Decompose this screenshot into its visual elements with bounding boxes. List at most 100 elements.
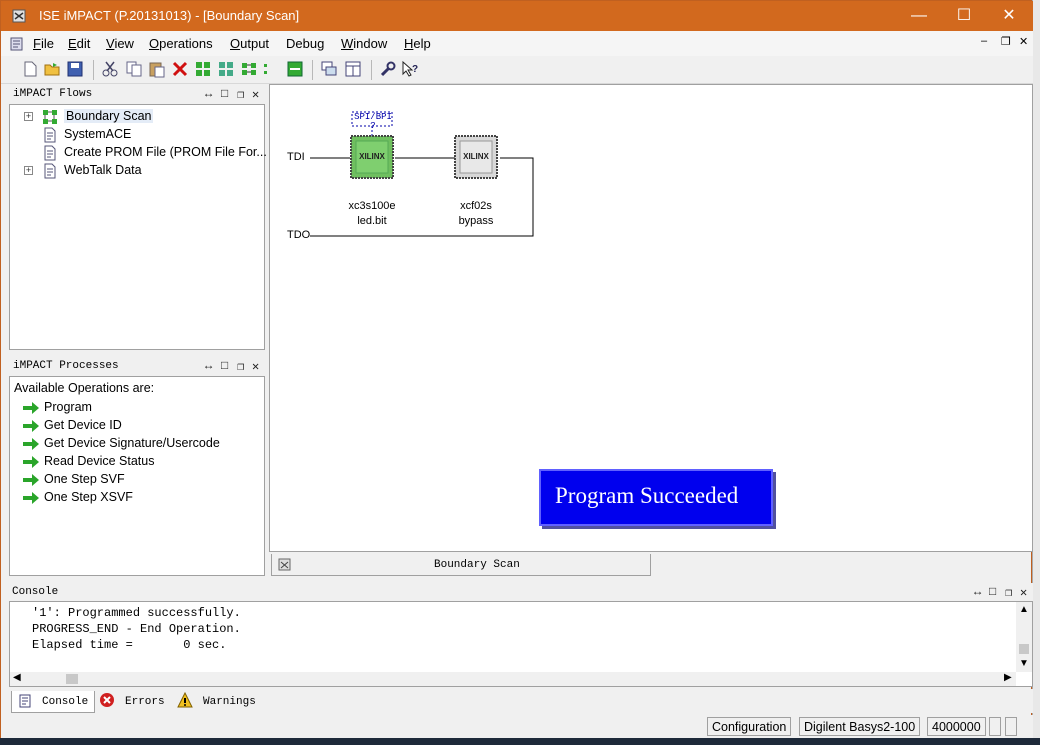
green-arrow-icon bbox=[23, 420, 39, 432]
flows-panel-float-icon[interactable]: ↔ bbox=[205, 87, 212, 101]
close-button[interactable]: ✕ bbox=[989, 5, 1029, 27]
menu-window[interactable]: Window bbox=[341, 36, 387, 51]
console-title: Console bbox=[12, 586, 59, 598]
console-close-icon[interactable]: ✕ bbox=[1020, 585, 1027, 600]
xilinx-logo: XILINX bbox=[463, 152, 489, 161]
context-help-icon[interactable]: ? bbox=[401, 60, 419, 78]
status-bar: Configuration Digilent Basys2-100 400000… bbox=[1, 715, 1033, 738]
document-menu-icon[interactable] bbox=[9, 36, 25, 52]
new-file-icon[interactable] bbox=[21, 60, 39, 78]
menu-help[interactable]: Help bbox=[404, 36, 431, 51]
menu-debug[interactable]: Debug bbox=[286, 36, 324, 51]
console-line: PROGRESS_END - End Operation. bbox=[32, 622, 241, 636]
device-grid-icon[interactable] bbox=[217, 60, 235, 78]
scan-chain-icon[interactable] bbox=[286, 60, 304, 78]
green-arrow-icon bbox=[23, 456, 39, 468]
processes-panel-maximize-icon[interactable]: □ bbox=[221, 359, 228, 373]
flows-panel-close-icon[interactable]: ✕ bbox=[252, 87, 259, 102]
tab-errors[interactable]: Errors bbox=[97, 691, 171, 713]
console-output[interactable]: '1': Programmed successfully. PROGRESS_E… bbox=[9, 601, 1033, 687]
menu-file[interactable]: File bbox=[33, 36, 54, 51]
chain-icon[interactable] bbox=[240, 60, 258, 78]
minimize-button[interactable]: — bbox=[899, 5, 939, 27]
console-line: Elapsed time = 0 sec. bbox=[32, 638, 227, 652]
flows-panel-restore-icon[interactable]: ❐ bbox=[237, 87, 244, 102]
document-icon bbox=[44, 145, 56, 161]
tab-boundary-scan[interactable]: Boundary Scan bbox=[271, 554, 651, 576]
expand-icon[interactable]: + bbox=[24, 112, 33, 121]
maximize-button[interactable]: ☐ bbox=[944, 5, 984, 27]
tile-windows-icon[interactable] bbox=[344, 60, 362, 78]
save-icon[interactable] bbox=[66, 60, 84, 78]
warning-icon bbox=[177, 692, 193, 708]
device-name: xcf02s bbox=[460, 200, 492, 212]
document-icon bbox=[44, 163, 56, 179]
flows-panel-title: iMPACT Flows bbox=[13, 88, 93, 100]
window-title: ISE iMPACT (P.20131013) - [Boundary Scan… bbox=[39, 8, 300, 23]
console-restore-icon[interactable]: ❐ bbox=[1005, 585, 1012, 600]
cut-icon[interactable] bbox=[101, 60, 119, 78]
tab-console[interactable]: Console bbox=[11, 691, 95, 713]
menu-operations[interactable]: Operations bbox=[149, 36, 213, 51]
delete-icon[interactable] bbox=[171, 60, 189, 78]
console-hscroll-thumb[interactable] bbox=[66, 674, 78, 684]
green-arrow-icon bbox=[23, 438, 39, 450]
processes-panel-restore-icon[interactable]: ❐ bbox=[237, 359, 244, 374]
tab-label: Console bbox=[42, 696, 89, 708]
tdi-label: TDI bbox=[287, 151, 305, 163]
tab-label: Boundary Scan bbox=[434, 559, 520, 571]
output-tabs: Console Errors Warnings bbox=[9, 689, 1033, 713]
device-file: bypass bbox=[458, 215, 494, 227]
tab-warnings[interactable]: Warnings bbox=[175, 691, 265, 713]
copy-icon[interactable] bbox=[125, 60, 143, 78]
mdi-minimize-button[interactable]: – bbox=[981, 35, 987, 47]
open-folder-icon[interactable] bbox=[43, 60, 61, 78]
status-cable: Digilent Basys2-100 bbox=[799, 717, 921, 736]
console-icon bbox=[19, 694, 31, 708]
flows-panel-maximize-icon[interactable]: □ bbox=[221, 87, 228, 101]
windows-taskbar bbox=[0, 738, 1040, 745]
device-file: led.bit bbox=[357, 215, 387, 227]
title-bar: ISE iMPACT (P.20131013) - [Boundary Scan… bbox=[1, 1, 1033, 31]
status-empty-cell bbox=[1005, 717, 1017, 736]
processes-list: Available Operations are: Program Get De… bbox=[9, 376, 265, 576]
menu-edit[interactable]: Edit bbox=[68, 36, 90, 51]
flow-item-label: Boundary Scan bbox=[64, 109, 154, 123]
paste-icon[interactable] bbox=[148, 60, 166, 78]
small-bars-icon[interactable] bbox=[261, 60, 271, 78]
grid-view-icon[interactable] bbox=[194, 60, 212, 78]
impact-app-icon bbox=[12, 9, 26, 23]
console-maximize-icon[interactable]: □ bbox=[989, 585, 996, 599]
processes-panel-header: iMPACT Processes ↔ □ ❐ ✕ bbox=[9, 357, 265, 375]
console-vscroll-thumb[interactable] bbox=[1019, 644, 1029, 654]
console-panel-header: Console ↔ □ ❐ ✕ bbox=[9, 583, 1033, 601]
console-vertical-scrollbar[interactable]: ▲ ▼ bbox=[1016, 602, 1032, 672]
process-label: Read Device Status bbox=[44, 454, 155, 468]
boundary-scan-tab-icon bbox=[278, 558, 291, 571]
cascade-windows-icon[interactable] bbox=[320, 60, 338, 78]
process-label: One Step XSVF bbox=[44, 490, 133, 504]
console-horizontal-scrollbar[interactable]: ◀ ▶ bbox=[10, 672, 1016, 686]
mdi-close-button[interactable]: ✕ bbox=[1019, 35, 1028, 48]
tdo-label: TDO bbox=[287, 229, 311, 241]
wrench-icon[interactable] bbox=[379, 60, 397, 78]
process-label: One Step SVF bbox=[44, 472, 125, 486]
processes-panel-close-icon[interactable]: ✕ bbox=[252, 359, 259, 374]
flows-panel-header: iMPACT Flows ↔ □ ❐ ✕ bbox=[9, 85, 265, 103]
menu-view[interactable]: View bbox=[106, 36, 134, 51]
boundary-scan-icon bbox=[43, 110, 57, 124]
process-label: Get Device Signature/Usercode bbox=[44, 436, 220, 450]
processes-panel-float-icon[interactable]: ↔ bbox=[205, 359, 212, 373]
process-label: Program bbox=[44, 400, 92, 414]
console-float-icon[interactable]: ↔ bbox=[974, 585, 981, 599]
mdi-restore-button[interactable]: ❐ bbox=[1001, 35, 1011, 48]
menu-output[interactable]: Output bbox=[230, 36, 269, 51]
toolbar: ? bbox=[1, 56, 1033, 84]
program-succeeded-banner: Program Succeeded bbox=[539, 469, 773, 526]
expand-icon[interactable]: + bbox=[24, 166, 33, 175]
tab-label: Warnings bbox=[203, 696, 256, 708]
status-speed: 4000000 bbox=[927, 717, 986, 736]
flows-tree: + Boundary Scan SystemACE Create PROM Fi… bbox=[9, 104, 267, 350]
flow-item-label: SystemACE bbox=[64, 127, 132, 141]
process-label: Get Device ID bbox=[44, 418, 122, 432]
